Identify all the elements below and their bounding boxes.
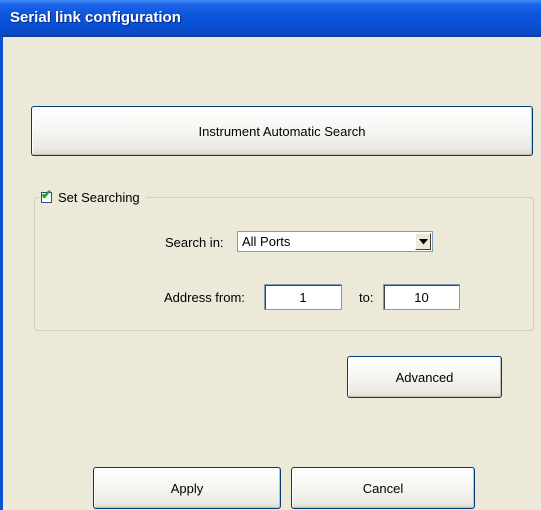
window-title: Serial link configuration — [10, 9, 181, 26]
search-in-label: Search in: — [165, 235, 224, 250]
cancel-button[interactable]: Cancel — [291, 467, 475, 509]
address-from-input[interactable] — [264, 284, 342, 310]
advanced-button[interactable]: Advanced — [347, 356, 502, 398]
set-searching-checkbox[interactable]: ✔ — [41, 188, 52, 203]
set-searching-groupbox — [34, 197, 534, 331]
instrument-automatic-search-label: Instrument Automatic Search — [198, 123, 366, 139]
apply-button-label: Apply — [170, 480, 204, 496]
advanced-button-label: Advanced — [395, 369, 454, 385]
serial-link-dialog: Serial link configuration Instrument Aut… — [0, 0, 541, 510]
apply-button[interactable]: Apply — [93, 467, 281, 509]
search-in-selected-value: All Ports — [242, 234, 291, 249]
instrument-automatic-search-button[interactable]: Instrument Automatic Search — [31, 106, 533, 156]
search-in-dropdown[interactable]: All Ports — [237, 231, 433, 252]
cancel-button-label: Cancel — [362, 480, 404, 496]
set-searching-checkbox-row[interactable]: ✔ Set Searching — [39, 187, 146, 207]
dropdown-arrow-icon[interactable] — [415, 233, 431, 250]
set-searching-label: Set Searching — [58, 189, 140, 205]
address-to-input[interactable] — [383, 284, 460, 310]
address-from-label: Address from: — [164, 290, 245, 305]
checkmark-icon: ✔ — [41, 186, 52, 202]
title-bar[interactable]: Serial link configuration — [0, 0, 541, 37]
address-to-label: to: — [359, 290, 374, 305]
